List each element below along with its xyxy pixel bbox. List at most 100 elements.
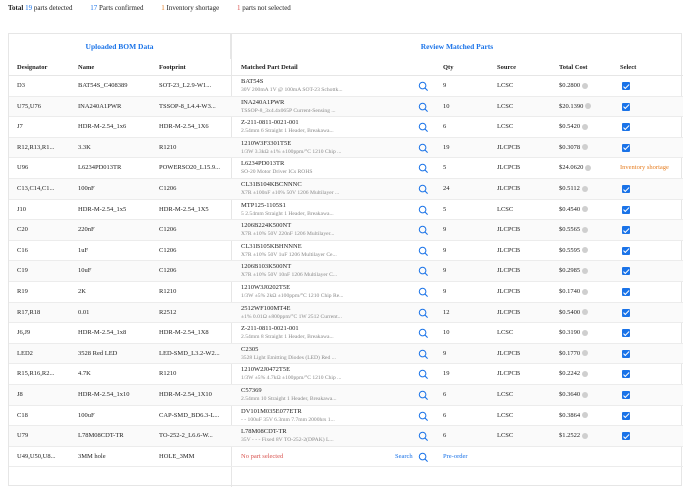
select-checkbox[interactable] — [622, 308, 630, 317]
search-icon[interactable] — [418, 369, 429, 380]
col-total-cost[interactable]: Total Cost — [559, 59, 587, 76]
info-icon[interactable] — [582, 82, 589, 89]
total-cost-cell: $0.2985 — [559, 267, 617, 274]
search-icon[interactable] — [418, 246, 429, 257]
search-icon[interactable] — [418, 81, 429, 92]
designator-cell: U49,U50,U8... — [17, 452, 56, 460]
search-icon[interactable] — [418, 390, 429, 401]
info-icon[interactable] — [582, 226, 589, 233]
info-icon[interactable] — [582, 350, 589, 357]
info-icon[interactable] — [582, 432, 589, 439]
info-icon[interactable] — [582, 329, 589, 336]
select-checkbox[interactable] — [622, 102, 630, 111]
select-checkbox[interactable] — [622, 143, 630, 152]
matched-part-description: 2.54mm 10 Straight 1 Header, Breakawa... — [241, 396, 337, 402]
name-cell: HDR-M-2.54_1x6 — [78, 123, 127, 131]
search-icon[interactable] — [418, 184, 429, 195]
matched-part-description: SO-20 Motor Driver ICs ROHS — [241, 169, 313, 176]
designator-cell: U79 — [17, 432, 29, 440]
select-checkbox[interactable] — [622, 370, 630, 379]
bom-review-panel: Uploaded BOM Data Review Matched Parts D… — [8, 33, 683, 487]
select-checkbox[interactable] — [622, 226, 630, 235]
search-icon[interactable] — [418, 102, 429, 113]
matched-part-number: DV101M035E077ETR — [241, 407, 302, 415]
select-checkbox[interactable] — [622, 432, 630, 441]
source-cell: JLCPCB — [497, 267, 521, 275]
search-icon[interactable] — [418, 308, 429, 319]
search-icon[interactable] — [418, 452, 429, 463]
search-icon[interactable] — [418, 122, 429, 133]
select-checkbox[interactable] — [622, 329, 630, 338]
qty-cell: 6 — [443, 432, 447, 440]
select-checkbox[interactable] — [622, 411, 630, 420]
col-qty[interactable]: Qty — [443, 59, 453, 76]
select-checkbox[interactable] — [622, 246, 630, 255]
info-icon[interactable] — [582, 370, 589, 377]
matched-part-number: 1210W3F3301T5E — [241, 139, 292, 147]
search-icon[interactable] — [418, 411, 429, 422]
name-cell: INA240A1PWR — [78, 102, 122, 110]
matched-part-description: 1/3W ±5% 4.7kΩ ±100ppm/°C 1210 Chip ... — [241, 375, 342, 382]
select-checkbox[interactable] — [622, 123, 630, 132]
info-icon[interactable] — [582, 206, 589, 213]
table-header: Designator Name Footprint Matched Part D… — [9, 59, 683, 76]
matched-part-number: 1210W2J0472T5E — [241, 366, 291, 374]
info-icon[interactable] — [585, 164, 592, 171]
matched-part-number: INA240A1PWR — [241, 98, 285, 106]
source-cell: JLCPCB — [497, 288, 521, 295]
qty-cell: 19 — [443, 370, 450, 378]
col-footprint[interactable]: Footprint — [159, 59, 186, 76]
col-select[interactable]: Select — [620, 59, 636, 76]
designator-cell: U75,U76 — [17, 102, 42, 110]
source-cell: JLCPCB — [497, 226, 521, 234]
info-icon[interactable] — [582, 288, 589, 295]
search-icon[interactable] — [418, 143, 429, 154]
name-cell: 100nF — [78, 185, 95, 192]
info-icon[interactable] — [582, 309, 589, 316]
summary-shortage-count: 1 — [161, 4, 165, 12]
select-checkbox[interactable] — [622, 391, 630, 399]
select-checkbox[interactable] — [622, 288, 630, 296]
search-icon[interactable] — [418, 225, 429, 236]
select-checkbox[interactable] — [622, 349, 630, 358]
col-matched-part[interactable]: Matched Part Detail — [241, 59, 298, 76]
info-icon[interactable] — [582, 391, 589, 398]
select-checkbox[interactable] — [622, 185, 630, 193]
col-source[interactable]: Source — [497, 59, 516, 76]
matched-part-description: X7R ±10% 50V 10nF 1206 Multilayer C... — [241, 272, 338, 279]
col-name[interactable]: Name — [78, 59, 94, 76]
source-cell: JLCPCB — [497, 370, 521, 378]
search-icon[interactable] — [418, 431, 429, 442]
info-icon[interactable] — [582, 144, 589, 151]
qty-cell: 9 — [443, 226, 447, 234]
search-icon[interactable] — [418, 266, 429, 277]
table-row: D3 BAT54S_C408389 SOT-23_L2.9-W1... BAT54S 3… — [9, 76, 683, 97]
name-cell: HDR-M-2.54_1x8 — [78, 329, 127, 337]
info-icon[interactable] — [582, 123, 589, 130]
designator-cell: C20 — [17, 226, 28, 234]
source-cell: JLCPCB — [497, 185, 521, 192]
search-icon[interactable] — [418, 349, 429, 360]
matched-part-number: CL31B105KBHNNNE — [241, 242, 302, 250]
search-icon[interactable] — [418, 328, 429, 339]
info-icon[interactable] — [582, 247, 589, 254]
summary-confirmed-suffix: Parts confirmed — [99, 4, 144, 12]
matched-part-description: 30V 200mA 1V @ 100mA SOT-23 Schottk... — [241, 87, 343, 93]
info-icon[interactable] — [582, 412, 589, 419]
inventory-shortage-label[interactable]: Inventory shortage — [620, 164, 669, 171]
name-cell: 0.01 — [78, 308, 90, 316]
select-checkbox[interactable] — [622, 82, 630, 90]
select-checkbox[interactable] — [622, 205, 630, 214]
total-cost-value: $0.5400 — [559, 308, 581, 316]
info-icon[interactable] — [582, 267, 589, 274]
info-icon[interactable] — [581, 185, 588, 192]
search-icon[interactable] — [418, 205, 429, 216]
qty-cell: 9 — [443, 82, 447, 89]
search-icon[interactable] — [418, 163, 429, 174]
table-row: J10 HDR-M-2.54_1x5 HDR-M-2.54_1X5 MTP125-11… — [9, 200, 683, 221]
search-icon[interactable] — [418, 287, 429, 298]
preorder-link[interactable]: Pre-order — [443, 453, 483, 460]
select-checkbox[interactable] — [622, 267, 630, 276]
info-icon[interactable] — [585, 103, 592, 110]
col-designator[interactable]: Designator — [17, 59, 47, 76]
